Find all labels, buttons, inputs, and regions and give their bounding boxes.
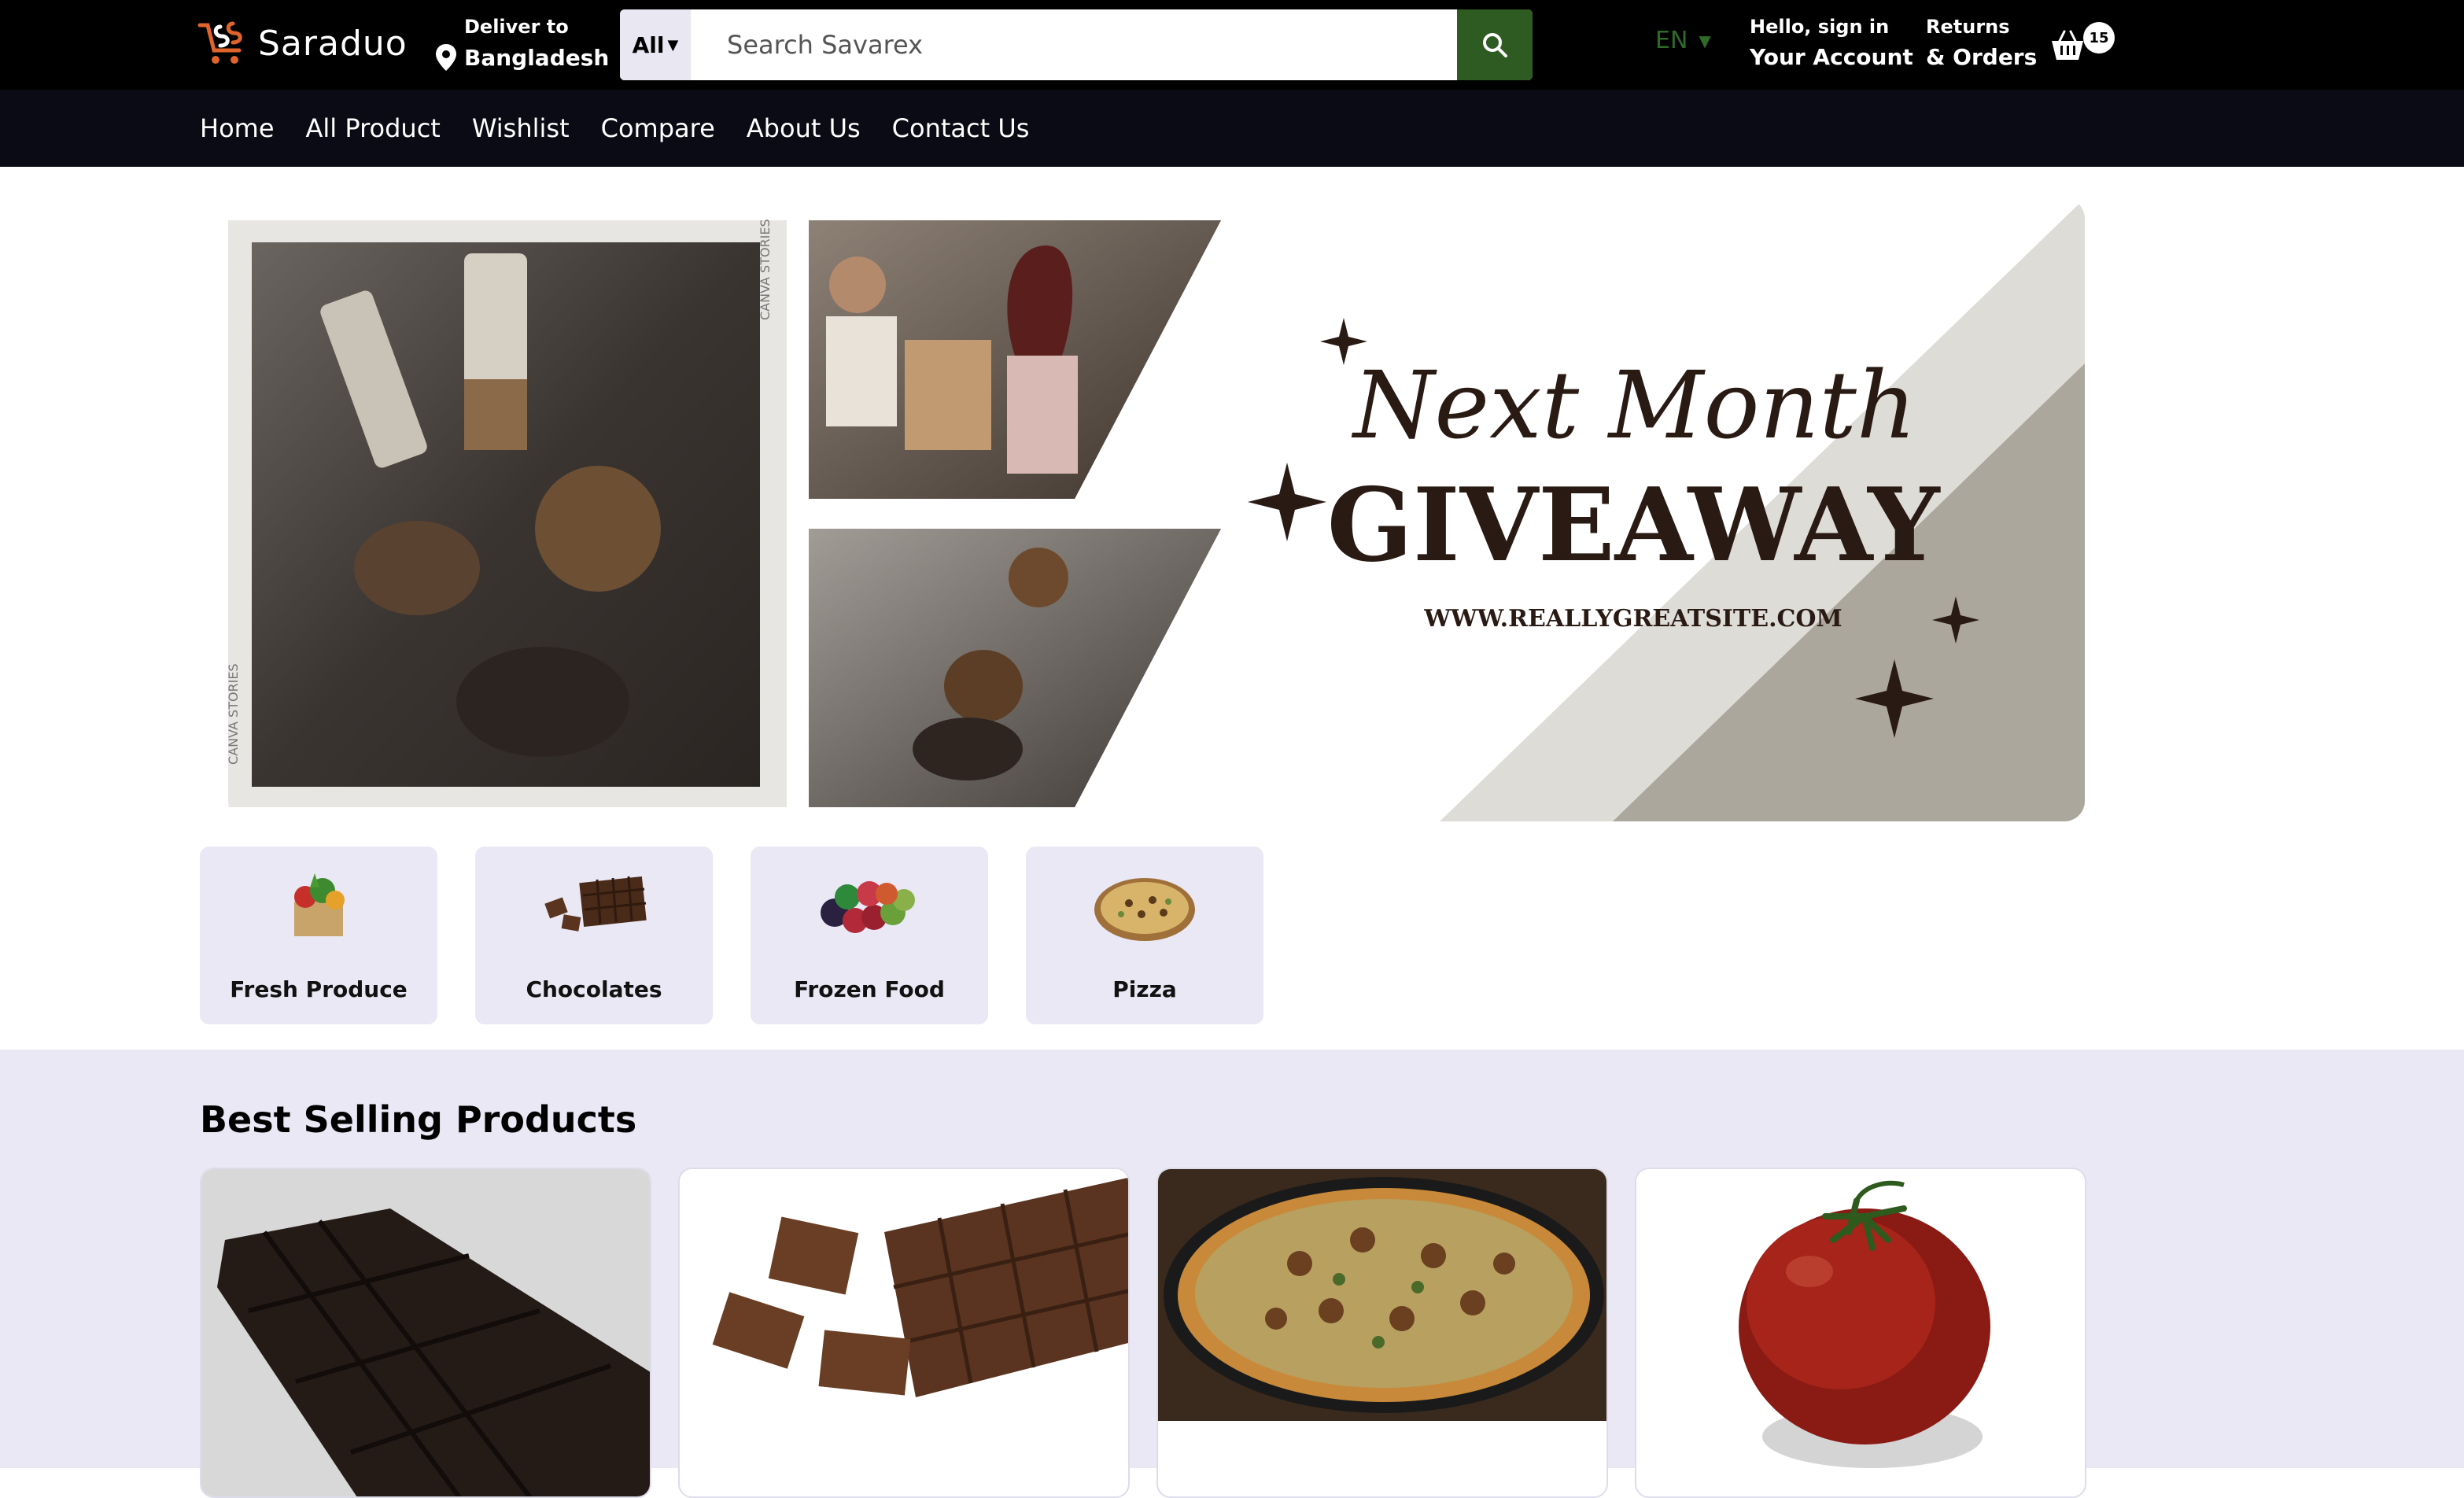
category-label: Chocolates xyxy=(526,976,662,1002)
basket-icon xyxy=(2052,30,2083,60)
category-frozen-food[interactable]: Frozen Food xyxy=(751,847,988,1024)
product-image-dark-chocolate xyxy=(201,1169,650,1496)
chocolate-icon xyxy=(544,876,647,932)
pizza-icon xyxy=(1094,878,1195,941)
language-code: EN xyxy=(1655,27,1688,54)
jar-lid xyxy=(535,466,661,592)
nav-contact-us[interactable]: Contact Us xyxy=(892,113,1030,143)
top-header: Saraduo Deliver to Bangladesh All ▼ Sear… xyxy=(0,0,2464,90)
search-icon xyxy=(1483,33,1507,57)
cart-logo-icon xyxy=(197,21,242,64)
sparkle-icon xyxy=(1248,463,1326,541)
product-card[interactable] xyxy=(1156,1168,1608,1498)
deliver-label: Deliver to xyxy=(464,16,569,38)
account-label: Your Account xyxy=(1750,44,1913,70)
banner-title: GIVEAWAY xyxy=(1327,467,1942,585)
product-image-tomato xyxy=(1636,1169,2085,1496)
product-card[interactable] xyxy=(1635,1168,2086,1498)
banner-url: WWW.REALLYGREATSITE.COM xyxy=(1423,605,1842,633)
shopping-bag xyxy=(905,340,991,450)
category-label: Pizza xyxy=(1112,976,1177,1002)
category-label: Frozen Food xyxy=(794,976,945,1002)
product-card[interactable] xyxy=(678,1168,1130,1498)
cart-button[interactable]: 15 xyxy=(2049,22,2115,66)
banner-stamp-left: CANVA STORIES xyxy=(228,663,241,765)
product-card[interactable] xyxy=(200,1168,651,1498)
brand-name: Saraduo xyxy=(258,23,408,64)
account-greeting: Hello, sign in xyxy=(1750,16,1890,38)
nav-wishlist[interactable]: Wishlist xyxy=(472,113,570,143)
deliver-to[interactable]: Deliver to Bangladesh xyxy=(434,16,609,72)
hero-banner[interactable]: CANVA STORIES CANVA STORIES Next Month G… xyxy=(228,198,2085,821)
brand-logo[interactable]: Saraduo xyxy=(197,16,408,71)
category-label: Fresh Produce xyxy=(230,976,408,1002)
location-pin-icon xyxy=(436,44,456,71)
search-category-value: All xyxy=(632,31,665,58)
category-row: Fresh Produce Chocolates Frozen Food Piz… xyxy=(200,847,1301,1024)
returns-line2: & Orders xyxy=(1926,44,2038,70)
returns-orders[interactable]: Returns & Orders xyxy=(1926,16,2037,70)
giveaway-banner-art: CANVA STORIES CANVA STORIES Next Month G… xyxy=(228,198,2085,821)
deliver-location: Bangladesh xyxy=(464,44,610,71)
frozen-food-icon xyxy=(821,881,915,933)
search-bar: All ▼ Search Savarex xyxy=(620,9,1533,80)
best-selling-section: Best Selling Products xyxy=(0,1050,2464,1498)
product-grid xyxy=(200,1168,2113,1498)
main-nav: Home All Product Wishlist Compare About … xyxy=(0,90,2464,167)
account-menu[interactable]: Hello, sign in Your Account xyxy=(1750,16,1913,70)
banner-stamp-right: CANVA STORIES xyxy=(758,219,773,320)
chevron-down-icon: ▼ xyxy=(667,36,679,54)
product-image-chocolate-pieces xyxy=(680,1169,1128,1496)
nav-home[interactable]: Home xyxy=(200,113,275,143)
language-selector[interactable]: EN ▼ xyxy=(1655,27,1711,54)
section-heading: Best Selling Products xyxy=(200,1098,637,1141)
category-fresh-produce[interactable]: Fresh Produce xyxy=(200,847,437,1024)
returns-line1: Returns xyxy=(1926,16,2010,38)
banner-script-title: Next Month xyxy=(1351,351,1916,459)
category-chocolates[interactable]: Chocolates xyxy=(475,847,713,1024)
fresh-produce-icon xyxy=(294,873,345,936)
nav-compare[interactable]: Compare xyxy=(601,113,715,143)
search-button[interactable] xyxy=(1457,9,1533,80)
chevron-down-icon: ▼ xyxy=(1699,31,1711,50)
nav-all-product[interactable]: All Product xyxy=(306,113,441,143)
category-pizza[interactable]: Pizza xyxy=(1026,847,1263,1024)
search-category-select[interactable]: All ▼ xyxy=(620,9,691,80)
product-image-pizza xyxy=(1158,1169,1606,1496)
cart-count-badge: 15 xyxy=(2083,22,2115,54)
jar-product xyxy=(354,521,480,615)
search-input[interactable]: Search Savarex xyxy=(691,9,1457,80)
nav-about-us[interactable]: About Us xyxy=(747,113,861,143)
